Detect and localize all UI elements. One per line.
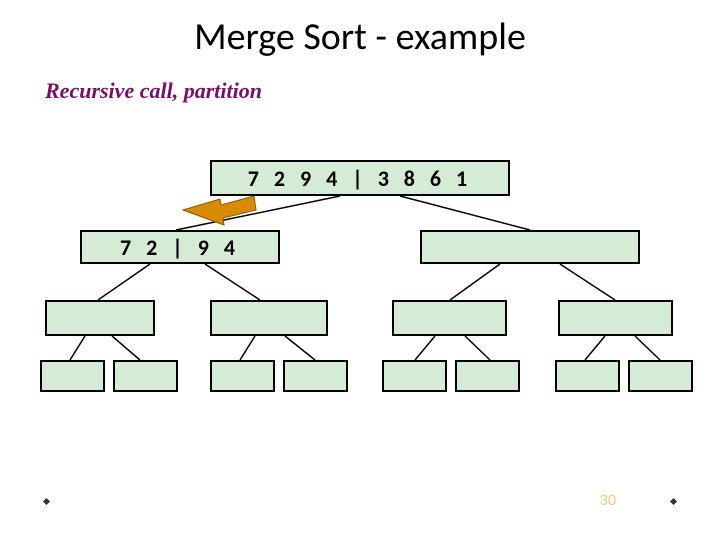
tree-node-l31 [45, 300, 155, 336]
tree-node-l42 [113, 360, 178, 392]
slide: Merge Sort - example Recursive call, par… [0, 0, 720, 540]
arrow-icon [183, 196, 256, 225]
slide-subtitle: Recursive call, partition [45, 78, 262, 104]
tree-node-l45 [382, 360, 447, 392]
tree-node-l32 [210, 300, 328, 336]
page-number: 30 [600, 491, 616, 510]
tree-node-l33 [392, 300, 507, 336]
tree-node-l34 [558, 300, 673, 336]
tree-node-l46 [455, 360, 520, 392]
tree-node-root: 7 2 9 4 | 3 8 6 1 [210, 160, 510, 196]
tree-node-l47 [555, 360, 620, 392]
slide-title: Merge Sort - example [0, 14, 720, 60]
decoration-dot [670, 498, 677, 505]
tree-node-l44 [283, 360, 348, 392]
decoration-dot [43, 498, 50, 505]
tree-node-l41 [40, 360, 105, 392]
tree-node-l43 [210, 360, 275, 392]
tree-node-right2 [420, 230, 640, 264]
tree-node-l48 [628, 360, 693, 392]
tree-node-left2: 7 2 | 9 4 [80, 230, 280, 264]
